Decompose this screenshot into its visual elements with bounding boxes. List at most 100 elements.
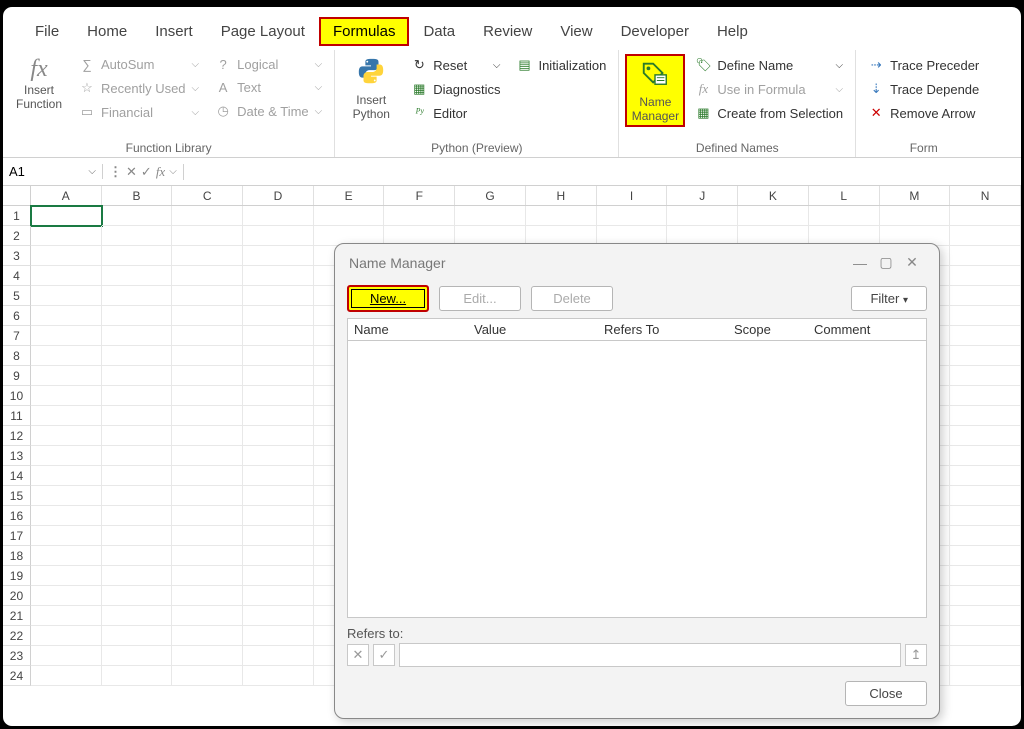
cell[interactable]	[31, 246, 102, 266]
cell[interactable]	[172, 306, 243, 326]
cell[interactable]	[243, 246, 314, 266]
cell[interactable]	[950, 546, 1021, 566]
cell[interactable]	[667, 206, 738, 226]
col-header[interactable]: A	[31, 186, 102, 205]
tab-developer[interactable]: Developer	[607, 17, 703, 46]
row-header[interactable]: 10	[3, 386, 31, 406]
row-header[interactable]: 3	[3, 246, 31, 266]
cell[interactable]	[172, 666, 243, 686]
cell[interactable]	[102, 566, 173, 586]
cell[interactable]	[243, 366, 314, 386]
tab-view[interactable]: View	[546, 17, 606, 46]
cell[interactable]	[172, 206, 243, 226]
cell[interactable]	[172, 346, 243, 366]
cell[interactable]	[243, 306, 314, 326]
cell[interactable]	[950, 326, 1021, 346]
cell[interactable]	[102, 486, 173, 506]
cell[interactable]	[950, 506, 1021, 526]
cell[interactable]	[31, 446, 102, 466]
cell[interactable]	[102, 666, 173, 686]
cell[interactable]	[31, 426, 102, 446]
maximize-icon[interactable]: ▢	[873, 254, 899, 271]
cell[interactable]	[950, 526, 1021, 546]
cell[interactable]	[102, 366, 173, 386]
cell[interactable]	[31, 346, 102, 366]
trace-precedents-button[interactable]: ⇢ Trace Preceder	[862, 54, 985, 76]
cell[interactable]	[243, 406, 314, 426]
cell[interactable]	[31, 326, 102, 346]
logical-button[interactable]: ? Logical ⌵	[209, 54, 328, 75]
cell[interactable]	[31, 466, 102, 486]
cell[interactable]	[243, 566, 314, 586]
name-manager-button[interactable]: Name Manager	[625, 54, 685, 127]
cell[interactable]	[172, 446, 243, 466]
cell[interactable]	[172, 546, 243, 566]
row-header[interactable]: 17	[3, 526, 31, 546]
cell[interactable]	[31, 486, 102, 506]
cell[interactable]	[950, 286, 1021, 306]
cell[interactable]	[102, 406, 173, 426]
datetime-button[interactable]: ◷ Date & Time ⌵	[209, 100, 328, 122]
cell[interactable]	[172, 406, 243, 426]
cell[interactable]	[950, 606, 1021, 626]
cancel-ref-icon[interactable]: ✕	[347, 644, 369, 666]
cell[interactable]	[102, 206, 173, 226]
cell[interactable]	[31, 406, 102, 426]
col-header[interactable]: M	[880, 186, 951, 205]
row-header[interactable]: 4	[3, 266, 31, 286]
cell[interactable]	[243, 386, 314, 406]
cell[interactable]	[243, 506, 314, 526]
row-header[interactable]: 18	[3, 546, 31, 566]
reset-button[interactable]: ↻ Reset ⌵	[405, 54, 506, 76]
cell[interactable]	[102, 646, 173, 666]
row-header[interactable]: 20	[3, 586, 31, 606]
cell[interactable]	[31, 546, 102, 566]
cell[interactable]	[172, 266, 243, 286]
insert-python-button[interactable]: Insert Python	[341, 54, 401, 123]
row-header[interactable]: 14	[3, 466, 31, 486]
cell[interactable]	[950, 486, 1021, 506]
cell[interactable]	[950, 466, 1021, 486]
tab-file[interactable]: File	[21, 17, 73, 46]
cell[interactable]	[172, 506, 243, 526]
cell[interactable]	[455, 206, 526, 226]
cell[interactable]	[314, 206, 385, 226]
cell[interactable]	[31, 566, 102, 586]
cell[interactable]	[31, 306, 102, 326]
cell[interactable]	[950, 646, 1021, 666]
cell[interactable]	[102, 506, 173, 526]
cell[interactable]	[102, 286, 173, 306]
cell[interactable]	[243, 626, 314, 646]
cell[interactable]	[102, 526, 173, 546]
col-header[interactable]: B	[102, 186, 173, 205]
row-header[interactable]: 13	[3, 446, 31, 466]
row-header[interactable]: 12	[3, 426, 31, 446]
row-header[interactable]: 9	[3, 366, 31, 386]
insert-function-button[interactable]: fx Insert Function	[9, 54, 69, 113]
cell[interactable]	[243, 326, 314, 346]
cell[interactable]	[950, 586, 1021, 606]
names-list[interactable]	[347, 341, 927, 618]
diagnostics-button[interactable]: ▦ Diagnostics	[405, 78, 506, 100]
col-header[interactable]: D	[243, 186, 314, 205]
col-header[interactable]: J	[667, 186, 738, 205]
cell[interactable]	[172, 626, 243, 646]
cell[interactable]	[526, 206, 597, 226]
tab-home[interactable]: Home	[73, 17, 141, 46]
row-header[interactable]: 11	[3, 406, 31, 426]
cell[interactable]	[31, 506, 102, 526]
row-header[interactable]: 7	[3, 326, 31, 346]
cell[interactable]	[31, 386, 102, 406]
initialization-button[interactable]: ▤ Initialization	[510, 54, 612, 76]
col-header[interactable]: H	[526, 186, 597, 205]
cell[interactable]	[102, 466, 173, 486]
row-header[interactable]: 15	[3, 486, 31, 506]
define-name-button[interactable]: 🏷 Define Name ⌵	[689, 54, 849, 76]
cell[interactable]	[950, 346, 1021, 366]
cell[interactable]	[102, 386, 173, 406]
cell[interactable]	[102, 426, 173, 446]
cell[interactable]	[31, 606, 102, 626]
cell[interactable]	[102, 226, 173, 246]
col-header[interactable]: L	[809, 186, 880, 205]
cell[interactable]	[243, 586, 314, 606]
